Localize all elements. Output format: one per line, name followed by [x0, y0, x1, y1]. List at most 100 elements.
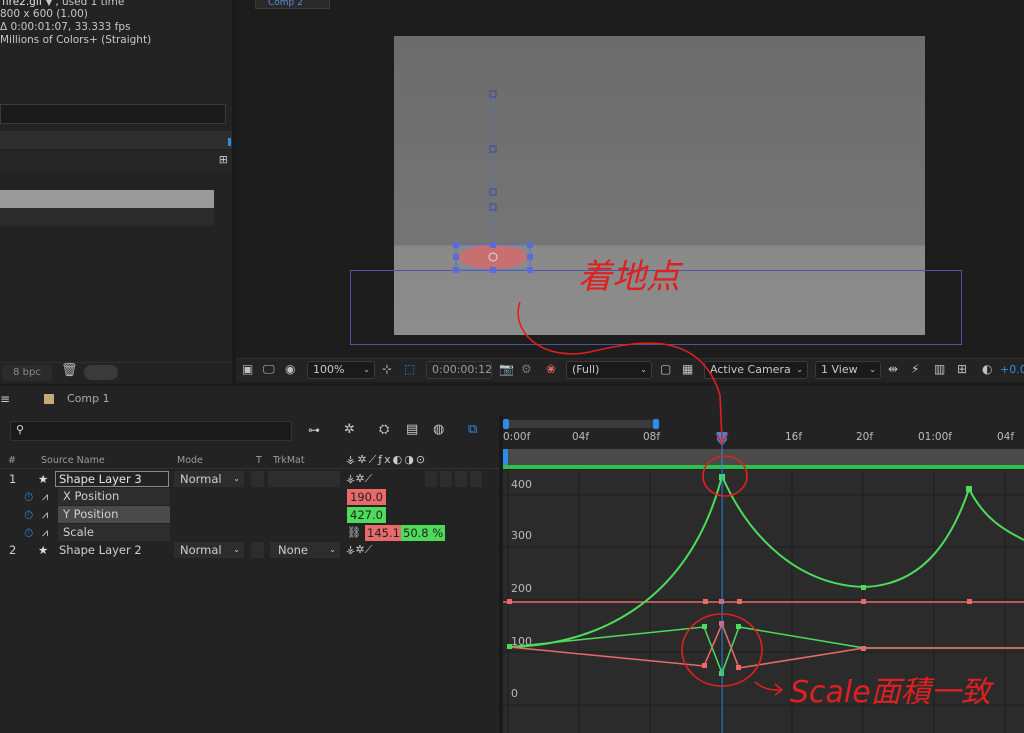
trkmat-select[interactable]: None ⌄	[270, 542, 340, 558]
property-row[interactable]: ⏱ ⩘ X Position 190.0	[0, 488, 484, 506]
property-name: Scale	[58, 524, 170, 541]
col-mode[interactable]: Mode	[177, 455, 203, 466]
layer-num: 2	[9, 543, 17, 557]
property-name: Y Position	[58, 506, 170, 523]
graph-editor-icon[interactable]: ⧉	[468, 422, 477, 437]
timecode-field[interactable]: 0:00:00:12	[426, 361, 492, 379]
property-name: X Position	[58, 488, 170, 505]
grid-icon[interactable]: ⊹	[382, 362, 392, 376]
y-position-value[interactable]: 427.0	[347, 507, 386, 523]
view-layout-select[interactable]: 1 View ⌄	[815, 361, 881, 379]
mode-value: Normal	[180, 472, 222, 486]
channel-icon[interactable]: ❀	[546, 362, 556, 376]
y-axis-label: 200	[511, 582, 532, 595]
y-axis-label: 0	[511, 687, 518, 700]
y-axis-label: 300	[511, 529, 532, 542]
frame-blend-icon[interactable]: ▤	[406, 422, 418, 437]
switch-box[interactable]	[470, 471, 482, 487]
switches-icons: ⚶✲⟋ƒx◐◑⊙	[346, 453, 428, 466]
show-snapshot-icon[interactable]: ⚙	[521, 362, 532, 376]
camera-snapshot-icon[interactable]: 📷	[499, 362, 514, 376]
scale-y-value[interactable]: 50.8 %	[401, 525, 446, 541]
y-axis-label: 100	[511, 635, 532, 648]
time-navigator[interactable]	[503, 419, 659, 429]
navigator-end-handle[interactable]	[653, 419, 659, 429]
timeline-search-input[interactable]: ⚲	[10, 421, 292, 441]
stopwatch-icon[interactable]: ⏱	[24, 488, 33, 506]
mode-select[interactable]: Normal ⌄	[174, 542, 244, 558]
exposure-value[interactable]: +0.0	[1000, 363, 1024, 376]
mask-icon[interactable]: ◉	[285, 362, 295, 376]
ruler-label: 20f	[856, 431, 874, 443]
link-icon[interactable]: ⛓	[347, 524, 361, 542]
preserve-transparency-box[interactable]	[251, 542, 264, 558]
draft-3d-icon[interactable]: ✲	[344, 422, 355, 437]
zoom-select[interactable]: 100% ⌄	[307, 361, 375, 379]
menu-icon[interactable]: ≡	[0, 392, 10, 406]
comp-mini-flowchart-icon[interactable]: ⊶	[308, 423, 320, 437]
layer-name[interactable]: Shape Layer 3	[55, 471, 169, 487]
preserve-transparency-box[interactable]	[251, 471, 264, 487]
timeline-tabs: ≡ Comp 1	[0, 386, 1024, 416]
star-icon: ★	[38, 543, 49, 557]
layer-duration-bar	[503, 465, 1024, 469]
layer-switches[interactable]: ⚶✲⟋	[346, 470, 372, 488]
layer-row[interactable]: 2 ★ Shape Layer 2 Normal ⌄ None ⌄ ⚶✲⟋	[0, 541, 484, 559]
monitor-icon[interactable]: 🖵	[263, 362, 275, 377]
navigator-start-handle[interactable]	[503, 419, 509, 429]
search-icon: ⚲	[16, 423, 25, 436]
roi-icon[interactable]: ▢	[660, 362, 671, 376]
col-source-name[interactable]: Source Name	[41, 455, 105, 466]
layer-row[interactable]: 1 ★ Shape Layer 3 Normal ⌄ ⚶✲⟋	[0, 470, 484, 488]
resolution-select[interactable]: (Full) ⌄	[566, 361, 652, 379]
switch-box[interactable]	[425, 471, 437, 487]
graph-toggle-icon[interactable]: ⩘	[42, 488, 48, 506]
col-num: #	[8, 455, 16, 466]
ruler-label: 04f	[572, 431, 590, 443]
y-axis-label: 400	[511, 478, 532, 491]
camera-select[interactable]: Active Camera ⌄	[704, 361, 808, 379]
exposure-icon[interactable]: ◐	[982, 362, 992, 376]
shy-icon[interactable]: ⛭	[379, 422, 389, 437]
switch-box[interactable]	[455, 471, 467, 487]
mode-value: Normal	[180, 543, 222, 557]
region-icon[interactable]: ⬚	[404, 362, 415, 376]
work-area-bar[interactable]	[503, 449, 1024, 465]
layer-name[interactable]: Shape Layer 2	[59, 541, 142, 559]
transparency-grid-icon[interactable]: ▦	[682, 362, 693, 376]
ruler-label: 16f	[785, 431, 803, 443]
col-t: T	[256, 455, 262, 466]
ellipse-shape[interactable]	[459, 245, 527, 269]
trkmat-value: None	[278, 543, 309, 557]
flowchart-icon[interactable]: ⊞	[957, 362, 967, 376]
comp-color-swatch	[44, 394, 54, 404]
property-row[interactable]: ⏱ ⩘ Y Position 427.0	[0, 506, 484, 524]
layer-num: 1	[9, 472, 17, 486]
resolution-value: (Full)	[572, 363, 600, 376]
ruler-label: 01:00f	[918, 431, 952, 443]
work-area-start[interactable]	[503, 449, 508, 465]
layer-switches[interactable]: ⚶✲⟋	[346, 541, 372, 559]
scale-x-value[interactable]: 145.1	[365, 525, 402, 541]
star-icon: ★	[38, 472, 49, 486]
mode-select[interactable]: Normal ⌄	[174, 471, 244, 487]
toggle-pixel-icon[interactable]: ⇹	[888, 362, 898, 376]
timeline-icon[interactable]: ▥	[934, 362, 945, 376]
stopwatch-icon[interactable]: ⏱	[24, 506, 33, 524]
ruler-label: 0:00f	[503, 431, 531, 443]
graph-editor[interactable]	[503, 470, 1024, 733]
zoom-value: 100%	[313, 363, 345, 376]
switch-box[interactable]	[440, 471, 452, 487]
x-position-value[interactable]: 190.0	[347, 489, 386, 505]
graph-toggle-icon[interactable]: ⩘	[42, 506, 48, 524]
motion-blur-icon[interactable]: ◍	[433, 422, 444, 437]
fast-preview-icon[interactable]: ⚡	[911, 362, 919, 376]
property-row[interactable]: ⏱ ⩘ Scale ⛓ 145.1 50.8 %	[0, 524, 484, 542]
preview-icon[interactable]: ▣	[242, 362, 253, 376]
graph-toggle-icon[interactable]: ⩘	[42, 524, 48, 542]
stopwatch-icon[interactable]: ⏱	[24, 524, 33, 542]
trkmat-empty	[268, 471, 340, 487]
col-trkmat[interactable]: TrkMat	[273, 455, 305, 466]
comp-tab[interactable]: Comp 1	[67, 392, 110, 405]
views-value: 1 View	[821, 363, 858, 376]
